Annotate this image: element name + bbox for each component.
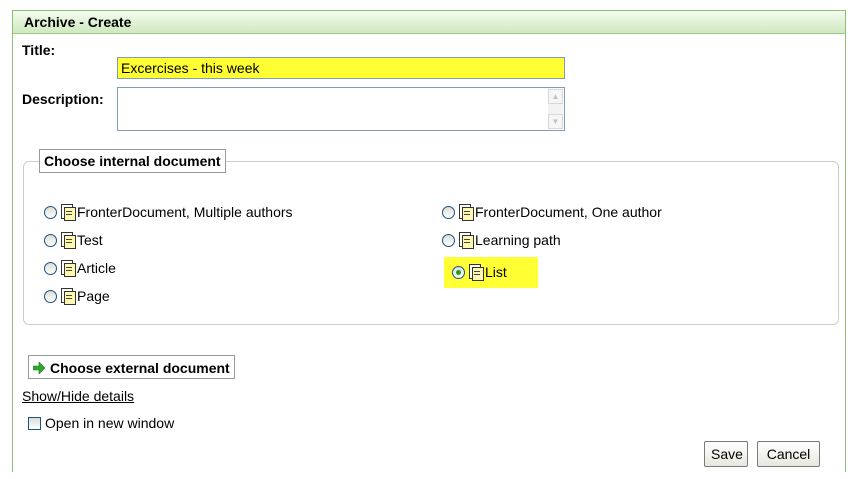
option-label: Page bbox=[77, 288, 110, 304]
list-icon bbox=[467, 264, 484, 281]
description-label: Description: bbox=[22, 91, 104, 107]
open-new-window-label: Open in new window bbox=[45, 415, 175, 431]
radio-list[interactable] bbox=[452, 265, 465, 279]
external-document-label: Choose external document bbox=[50, 360, 230, 376]
radio-test[interactable] bbox=[44, 233, 57, 247]
learning-path-icon bbox=[457, 232, 474, 249]
option-label: List bbox=[485, 264, 507, 280]
option-fronter-multiple[interactable]: FronterDocument, Multiple authors bbox=[44, 202, 293, 222]
description-scrollbar[interactable]: ▲ ▼ bbox=[548, 89, 563, 129]
page-icon bbox=[59, 288, 76, 305]
radio-page[interactable] bbox=[44, 289, 57, 303]
open-new-window-checkbox[interactable] bbox=[28, 416, 41, 430]
option-fronter-one[interactable]: FronterDocument, One author bbox=[442, 202, 662, 222]
show-hide-details-link[interactable]: Show/Hide details bbox=[22, 388, 134, 404]
title-label: Title: bbox=[22, 42, 56, 58]
panel-titlebar: Archive - Create bbox=[13, 11, 845, 34]
fronter-single-icon bbox=[457, 204, 474, 221]
fronter-multi-icon bbox=[59, 204, 76, 221]
open-new-window-row[interactable]: Open in new window bbox=[28, 415, 174, 431]
radio-fronter-one[interactable] bbox=[442, 205, 455, 219]
scroll-down-icon[interactable]: ▼ bbox=[548, 114, 563, 129]
choose-external-document-button[interactable]: Choose external document bbox=[28, 355, 235, 379]
option-list[interactable]: List bbox=[452, 262, 507, 282]
option-page[interactable]: Page bbox=[44, 286, 110, 306]
internal-document-legend: Choose internal document bbox=[39, 149, 226, 173]
archive-create-panel: Archive - Create Title: Description: ▲ ▼… bbox=[12, 10, 846, 472]
option-label: Learning path bbox=[475, 232, 561, 248]
option-test[interactable]: Test bbox=[44, 230, 103, 250]
option-label: Article bbox=[77, 260, 116, 276]
radio-fronter-multiple[interactable] bbox=[44, 205, 57, 219]
cancel-button[interactable]: Cancel bbox=[757, 441, 820, 467]
description-textarea[interactable]: ▲ ▼ bbox=[117, 87, 565, 131]
scroll-up-icon[interactable]: ▲ bbox=[548, 89, 563, 104]
article-icon bbox=[59, 260, 76, 277]
option-article[interactable]: Article bbox=[44, 258, 116, 278]
panel-title: Archive - Create bbox=[24, 14, 132, 30]
test-icon bbox=[59, 232, 76, 249]
internal-document-group: Choose internal document FronterDocument… bbox=[23, 149, 839, 325]
option-label: FronterDocument, One author bbox=[475, 204, 662, 220]
option-learning-path[interactable]: Learning path bbox=[442, 230, 561, 250]
green-arrow-icon bbox=[33, 362, 45, 374]
radio-learning-path[interactable] bbox=[442, 233, 455, 247]
title-input[interactable] bbox=[117, 57, 565, 79]
option-label: FronterDocument, Multiple authors bbox=[77, 204, 293, 220]
save-button[interactable]: Save bbox=[704, 441, 748, 467]
option-label: Test bbox=[77, 232, 103, 248]
radio-article[interactable] bbox=[44, 261, 57, 275]
